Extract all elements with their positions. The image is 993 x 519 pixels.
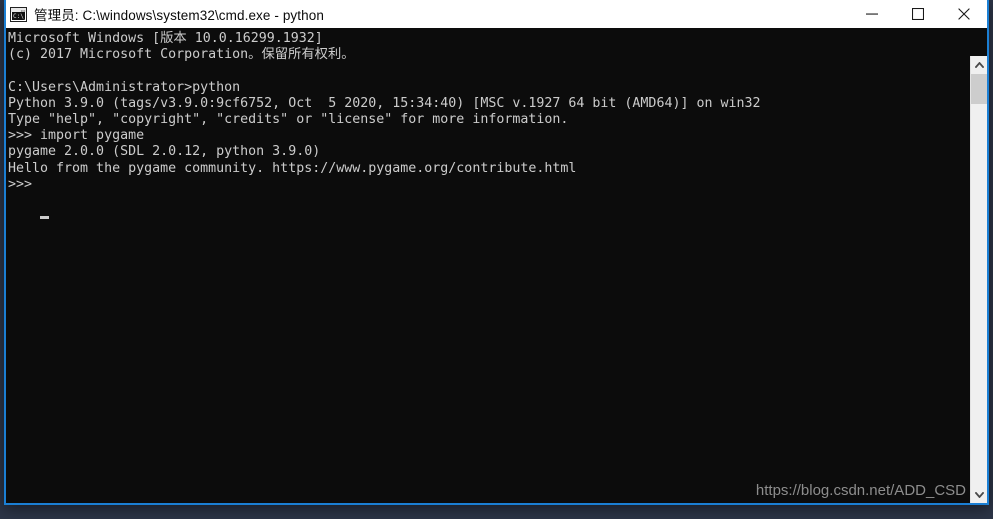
close-icon: [958, 8, 970, 20]
minimize-icon: [866, 13, 878, 15]
watermark: https://blog.csdn.net/ADD_CSD: [755, 482, 966, 499]
chevron-down-icon: [974, 491, 984, 498]
scrollbar[interactable]: [970, 56, 987, 503]
cmd-console-icon: ••• C:\_: [10, 6, 27, 22]
maximize-button[interactable]: [895, 0, 941, 28]
scroll-down-button[interactable]: [971, 486, 987, 503]
close-button[interactable]: [941, 0, 987, 28]
scroll-up-button[interactable]: [971, 56, 987, 73]
console-text: Microsoft Windows [版本 10.0.16299.1932] (…: [8, 31, 761, 192]
chevron-up-icon: [974, 61, 984, 68]
minimize-button[interactable]: [849, 0, 895, 28]
title-bar[interactable]: ••• C:\_ 管理员: C:\windows\system32\cmd.ex…: [6, 0, 987, 28]
text-cursor: [40, 216, 49, 219]
icon-screen-text: C:\_: [12, 11, 25, 20]
window-controls: [849, 0, 987, 28]
maximize-icon: [912, 8, 924, 20]
cmd-window: ••• C:\_ 管理员: C:\windows\system32\cmd.ex…: [4, 0, 989, 505]
window-title: 管理员: C:\windows\system32\cmd.exe - pytho…: [34, 8, 324, 23]
scrollbar-thumb[interactable]: [971, 74, 987, 104]
console-output-area[interactable]: Microsoft Windows [版本 10.0.16299.1932] (…: [6, 28, 987, 503]
